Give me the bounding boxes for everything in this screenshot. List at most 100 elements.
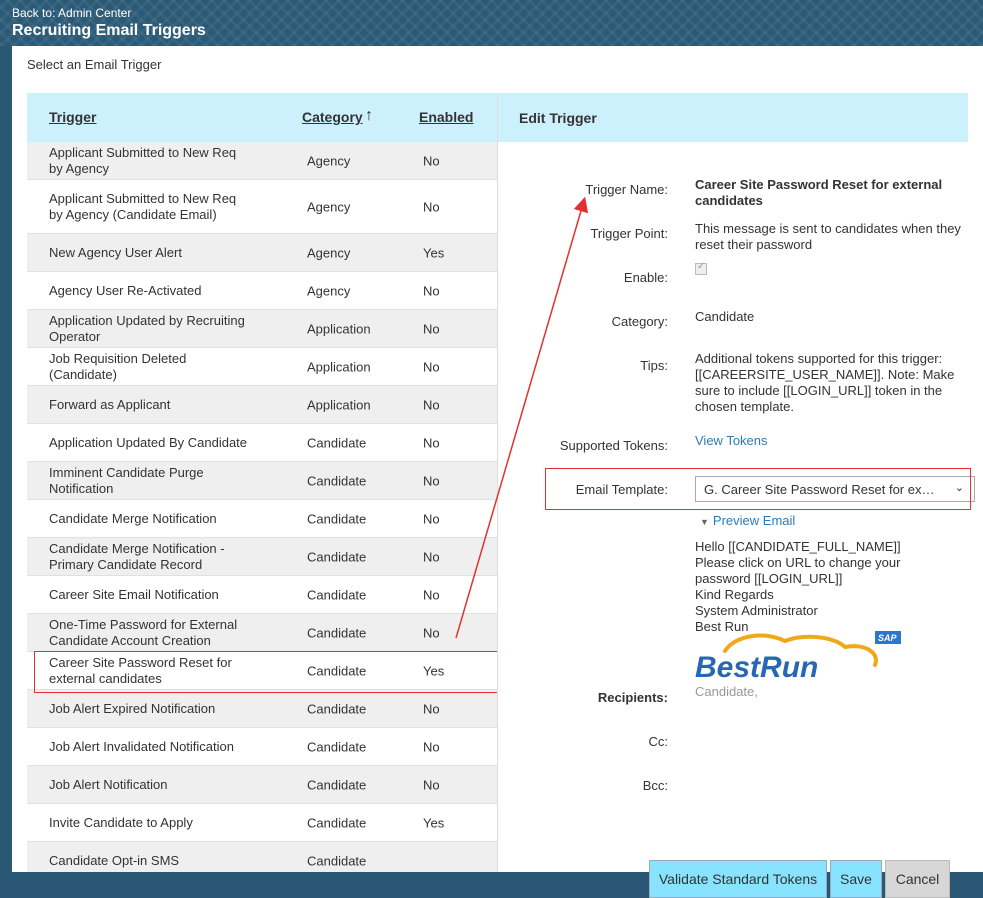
cell-enabled: Yes [423, 815, 445, 830]
label-trigger-name: Trigger Name: [585, 182, 668, 197]
email-line: Hello [[CANDIDATE_FULL_NAME]] [695, 539, 901, 554]
trigger-point-value: This message is sent to candidates when … [695, 221, 961, 252]
cell-trigger: New Agency User Alert [49, 244, 182, 260]
table-row[interactable]: Applicant Submitted to New Req by Agency… [27, 142, 497, 180]
table-header: Trigger Category ↑ Enabled [27, 93, 497, 142]
cell-category: Candidate [307, 625, 367, 640]
cell-enabled: No [423, 701, 440, 716]
cell-enabled: No [423, 739, 440, 754]
cell-category: Application [307, 321, 371, 336]
save-button[interactable]: Save [830, 860, 882, 898]
preview-email-toggle[interactable]: ▼ Preview Email [700, 513, 795, 528]
cell-trigger: Job Alert Expired Notification [49, 700, 216, 716]
cell-enabled: No [423, 435, 440, 450]
table-row[interactable]: Job Requisition Deleted (Candidate) Appli… [27, 348, 497, 386]
column-header-trigger[interactable]: Trigger [49, 109, 96, 125]
cell-trigger: Job Alert Invalidated Notification [49, 738, 234, 754]
table-row[interactable]: Candidate Merge Notification - Primary C… [27, 538, 497, 576]
table-row[interactable]: Agency User Re-Activated Agency No [27, 272, 497, 310]
bestrun-logo: BestRun SAP [695, 631, 901, 683]
cell-trigger: Forward as Applicant [49, 396, 171, 412]
cell-enabled: No [423, 625, 440, 640]
cell-enabled: No [423, 511, 440, 526]
trigger-table: Trigger Category ↑ Enabled Applicant Sub… [27, 93, 497, 872]
select-label: Select an Email Trigger [27, 57, 162, 72]
cell-enabled: No [423, 153, 440, 168]
cell-enabled: No [423, 283, 440, 298]
cell-category: Candidate [307, 511, 367, 526]
label-category: Category: [611, 314, 668, 329]
cell-enabled: No [423, 549, 440, 564]
cell-category: Candidate [307, 815, 367, 830]
email-line: Please click on URL to change your [695, 555, 901, 570]
recipients-value[interactable]: Candidate, [695, 684, 965, 700]
table-row[interactable]: Job Alert Invalidated Notification Candid… [27, 728, 497, 766]
column-header-enabled[interactable]: Enabled [419, 109, 473, 125]
table-row[interactable]: Imminent Candidate Purge Notification Can… [27, 462, 497, 500]
cell-enabled: No [423, 199, 440, 214]
cell-category: Candidate [307, 701, 367, 716]
cell-category: Candidate [307, 549, 367, 564]
logo-badge: SAP [878, 633, 898, 643]
table-row[interactable]: Application Updated By Candidate Candidat… [27, 424, 497, 462]
cell-category: Application [307, 359, 371, 374]
triangle-down-icon: ▼ [700, 517, 709, 527]
table-row[interactable]: Job Alert Expired Notification Candidate N… [27, 690, 497, 728]
label-bcc: Bcc: [642, 778, 668, 793]
enable-checkbox[interactable] [695, 261, 707, 275]
email-line: Kind Regards [695, 587, 774, 602]
cell-enabled: No [423, 359, 440, 374]
cell-category: Candidate [307, 587, 367, 602]
cell-enabled: No [423, 777, 440, 792]
cell-category: Candidate [307, 663, 367, 678]
table-row[interactable]: Career Site Email Notification Candidate N… [27, 576, 497, 614]
cell-trigger: One-Time Password for External Candidate… [49, 616, 238, 648]
table-row[interactable]: Candidate Merge Notification Candidate No [27, 500, 497, 538]
column-header-category[interactable]: Category [302, 109, 363, 125]
email-line: password [[LOGIN_URL]] [695, 571, 843, 586]
table-row[interactable]: Application Updated by Recruiting Operat… [27, 310, 497, 348]
edit-header: Edit Trigger [498, 93, 968, 142]
label-tips: Tips: [640, 358, 668, 373]
email-preview-body: Hello [[CANDIDATE_FULL_NAME]] Please clic… [695, 539, 901, 635]
cell-enabled: No [423, 473, 440, 488]
cell-trigger: Job Requisition Deleted (Candidate) [49, 350, 187, 382]
category-value: Candidate [695, 309, 755, 324]
table-row[interactable]: Candidate Opt-in SMS Candidate [27, 842, 497, 872]
cell-trigger: Applicant Submitted to New Req by Agency [49, 144, 237, 176]
table-row[interactable]: New Agency User Alert Agency Yes [27, 234, 497, 272]
cell-trigger: Candidate Merge Notification - Primary C… [49, 540, 225, 572]
table-row[interactable]: One-Time Password for External Candidate… [27, 614, 497, 652]
table-row[interactable]: Applicant Submitted to New Req by Agency… [27, 180, 497, 234]
cell-enabled: No [423, 587, 440, 602]
logo-text: BestRun [695, 651, 818, 683]
cell-category: Candidate [307, 853, 367, 868]
app-header: Back to: Admin Center Recruiting Email T… [0, 0, 983, 46]
cell-trigger: Application Updated by Recruiting Operat… [49, 312, 245, 344]
edit-title: Edit Trigger [519, 110, 597, 126]
sort-ascending-icon: ↑ [365, 107, 373, 124]
validate-standard-tokens-button[interactable]: Validate Standard Tokens [649, 860, 827, 898]
cell-category: Candidate [307, 777, 367, 792]
cell-category: Agency [307, 283, 351, 298]
view-tokens-link[interactable]: View Tokens [695, 433, 965, 449]
cell-trigger: Candidate Opt-in SMS [49, 852, 180, 868]
cell-category: Application [307, 397, 371, 412]
cell-enabled: No [423, 321, 440, 336]
cell-enabled: Yes [423, 245, 445, 260]
table-row[interactable]: Invite Candidate to Apply Candidate Yes [27, 804, 497, 842]
email-line: System Administrator [695, 603, 818, 618]
cell-category: Candidate [307, 435, 367, 450]
cell-trigger: Imminent Candidate Purge Notification [49, 464, 204, 496]
table-row[interactable]: Job Alert Notification Candidate No [27, 766, 497, 804]
cell-category: Candidate [307, 473, 367, 488]
label-enable: Enable: [623, 270, 668, 285]
cell-trigger: Candidate Merge Notification [49, 510, 217, 526]
main-content: Select an Email Trigger Trigger Category… [12, 46, 983, 898]
back-link[interactable]: Back to: Admin Center [12, 6, 131, 20]
cell-enabled: No [423, 397, 440, 412]
label-cc: Cc: [648, 734, 669, 749]
cancel-button[interactable]: Cancel [885, 860, 950, 898]
table-row[interactable]: Career Site Password Reset for external … [27, 652, 497, 690]
table-row[interactable]: Forward as Applicant Application No [27, 386, 497, 424]
